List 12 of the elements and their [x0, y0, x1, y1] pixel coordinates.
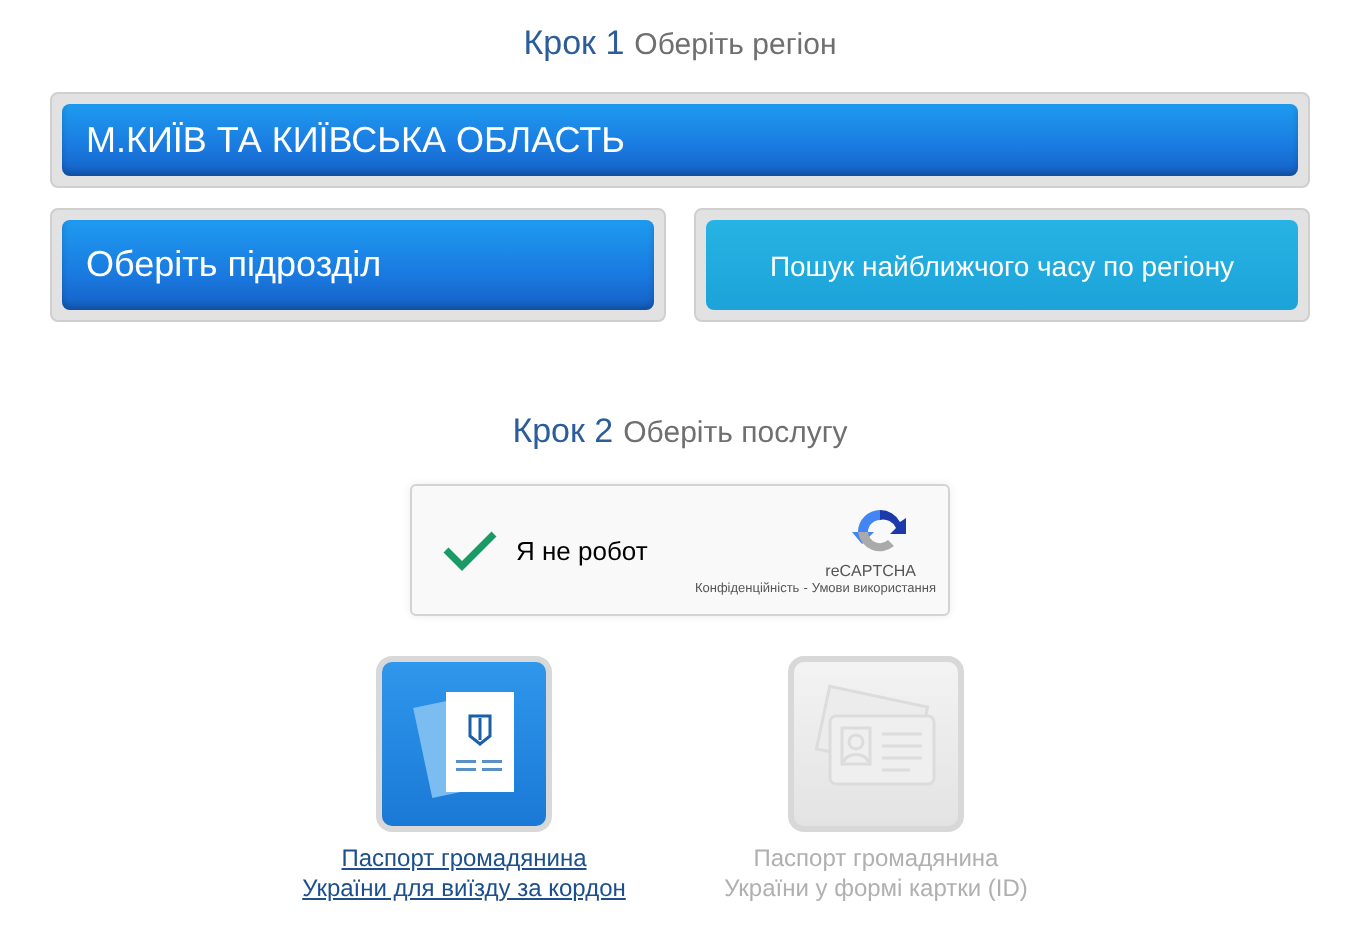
step-number: Крок 1 [523, 24, 625, 64]
step-number: Крок 2 [512, 412, 614, 452]
captcha-brand: reCAPTCHA [825, 562, 916, 580]
subdivision-select[interactable]: Оберіть підрозділ [62, 220, 654, 310]
step-title: Оберіть послугу [623, 416, 848, 450]
service-tile[interactable] [376, 656, 552, 832]
captcha-checkbox[interactable] [440, 526, 500, 574]
captcha-label: Я не робот [516, 535, 650, 565]
step-title: Оберіть регіон [634, 28, 837, 62]
service-link[interactable]: Паспорт громадянина України для виїзду за кордон [302, 844, 626, 904]
region-select[interactable]: М.КИЇВ ТА КИЇВСЬКА ОБЛАСТЬ [62, 104, 1298, 176]
service-label: Паспорт громадянина України у формі картки (ID) [724, 844, 1028, 904]
